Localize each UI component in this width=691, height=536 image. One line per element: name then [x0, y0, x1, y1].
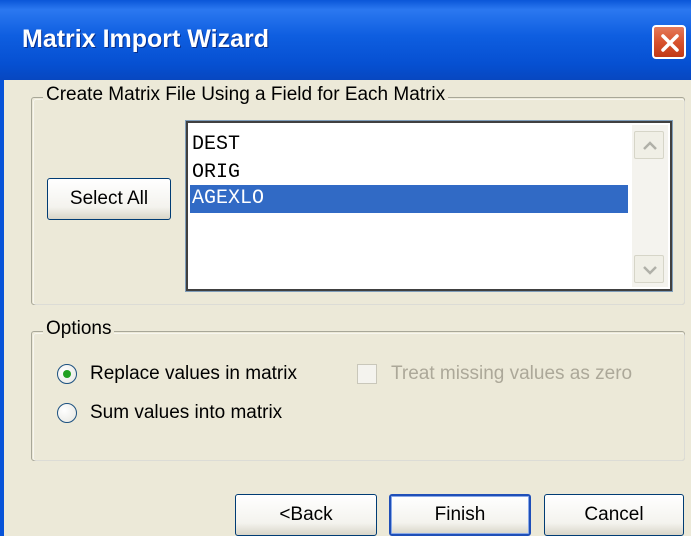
field-listbox[interactable]: DEST ORIG AGEXLO [185, 120, 673, 292]
sum-values-label[interactable]: Sum values into matrix [90, 402, 282, 424]
replace-values-radio[interactable] [57, 364, 77, 384]
back-button[interactable]: <Back [235, 494, 377, 536]
vertical-scrollbar[interactable] [632, 125, 668, 287]
dialog-window: Matrix Import Wizard Create Matrix File … [0, 0, 691, 536]
list-item-dest[interactable]: DEST [190, 131, 628, 159]
scroll-down-button[interactable] [634, 255, 664, 283]
select-all-button[interactable]: Select All [47, 178, 171, 220]
finish-button[interactable]: Finish [389, 494, 531, 536]
options-group-box [31, 331, 685, 461]
scroll-up-button[interactable] [634, 131, 664, 159]
sum-values-radio[interactable] [57, 403, 77, 423]
treat-missing-checkbox[interactable] [357, 364, 377, 384]
treat-missing-label: Treat missing values as zero [391, 363, 633, 384]
field-group-legend: Create Matrix File Using a Field for Eac… [43, 84, 449, 106]
replace-values-label[interactable]: Replace values in matrix [90, 363, 297, 385]
options-group-legend: Options [43, 318, 115, 340]
window-title: Matrix Import Wizard [22, 25, 270, 53]
cancel-button[interactable]: Cancel [544, 494, 684, 536]
title-bar[interactable]: Matrix Import Wizard [0, 0, 691, 80]
list-item-orig[interactable]: ORIG [190, 159, 628, 187]
chevron-up-icon [643, 141, 657, 150]
close-icon [661, 34, 679, 52]
window-frame-left [0, 80, 4, 536]
close-button[interactable] [652, 25, 686, 59]
list-item-agexlo[interactable]: AGEXLO [190, 185, 628, 213]
chevron-down-icon [643, 266, 657, 275]
